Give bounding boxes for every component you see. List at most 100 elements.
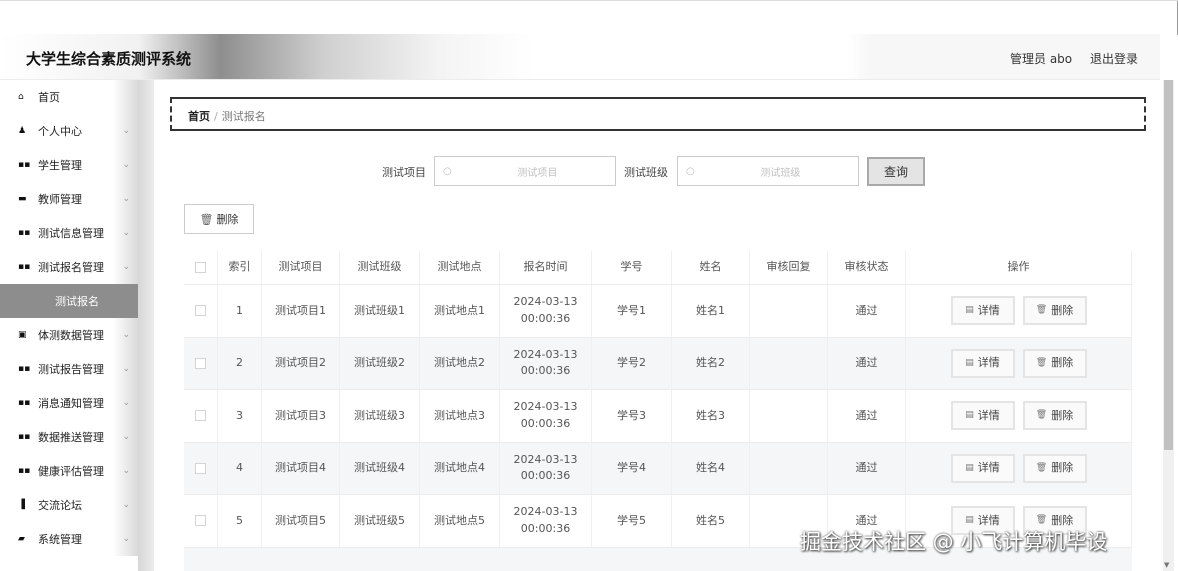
sidebar-item[interactable]: ▬ 教师管理 ⌄ [12, 182, 138, 216]
row-select-cell [184, 285, 218, 337]
chevron-down-icon: ⌄ [122, 398, 130, 408]
sidebar-item[interactable]: ▰ 系统管理 ⌄ [12, 522, 138, 556]
scroll-down-arrow-icon[interactable]: ▼ [1164, 561, 1169, 569]
index-cell: 1 [218, 285, 262, 337]
chevron-down-icon: ⌄ [122, 364, 130, 374]
watermark: 掘金技术社区 @ 小飞计算机毕设 [800, 530, 1108, 554]
project-cell: 测试项目5 [262, 495, 340, 547]
table-row: 4 测试项目4 测试班级4 测试地点4 2024-03-13 00:00:36 学号4 姓名4… [184, 442, 1132, 495]
sidebar-item[interactable]: ▪▪ 健康评估管理 ⌄ [12, 454, 138, 488]
reply-cell [750, 337, 828, 389]
home-icon: ⌂ [18, 92, 24, 102]
trash-icon: 🗑 [199, 212, 214, 226]
row-checkbox[interactable] [195, 515, 206, 527]
name-cell: 姓名3 [672, 390, 750, 442]
sidebar-subitem-active[interactable]: 测试报名 [0, 284, 154, 318]
signup-time-cell: 2024-03-13 00:00:36 [500, 337, 592, 389]
column-header: 索引 [218, 251, 262, 284]
index-cell: 5 [218, 495, 262, 547]
grid-icon: ▪▪ [18, 160, 31, 170]
signup-time: 00:00:36 [520, 521, 571, 535]
trash-icon: 🗑 [1035, 462, 1048, 473]
place-cell: 测试地点3 [420, 390, 500, 442]
detail-button[interactable]: ▤ 详情 [950, 453, 1015, 483]
class-search-input[interactable]: ○ 测试班级 [677, 156, 859, 186]
row-checkbox[interactable] [195, 462, 206, 474]
sid-cell: 学号4 [592, 442, 672, 494]
signup-time-cell: 2024-03-13 00:00:36 [500, 442, 592, 494]
breadcrumb-home[interactable]: 首页 [188, 110, 210, 123]
sidebar-item[interactable]: ▐ 交流论坛 ⌄ [12, 488, 138, 522]
sid-cell: 学号1 [592, 285, 672, 337]
chevron-down-icon: ⌄ [122, 500, 130, 510]
delete-button[interactable]: 🗑 删除 [1022, 296, 1087, 326]
sidebar-item-label: 测试信息管理 [38, 227, 104, 240]
reply-cell [750, 390, 828, 442]
detail-button[interactable]: ▤ 详情 [950, 401, 1015, 431]
sidebar-item[interactable]: ⌂ 首页 [12, 80, 138, 114]
signup-time: 00:00:36 [520, 311, 571, 325]
sidebar-item-label: 测试报告管理 [38, 363, 104, 376]
chevron-down-icon: ⌄ [122, 432, 130, 442]
status-cell: 通过 [828, 390, 906, 442]
signup-time: 00:00:36 [520, 469, 571, 483]
select-all-checkbox[interactable] [195, 262, 206, 273]
logout-link[interactable]: 退出登录 [1090, 50, 1138, 67]
grid-icon: ▪▪ [18, 398, 31, 408]
signup-date: 2024-03-13 [513, 347, 578, 361]
delete-button-label: 删除 [1051, 461, 1074, 474]
class-cell: 测试班级2 [340, 337, 420, 389]
grid-icon: ▪▪ [18, 262, 31, 272]
batch-delete-label: 删除 [216, 213, 239, 226]
delete-button[interactable]: 🗑 删除 [1022, 453, 1087, 483]
row-checkbox[interactable] [195, 357, 206, 369]
scrollbar[interactable]: ▼ [1163, 80, 1174, 571]
place-cell: 测试地点5 [420, 495, 500, 547]
sidebar-item[interactable]: ▪▪ 消息通知管理 ⌄ [12, 386, 138, 420]
app-header: 大学生综合素质测评系统 管理员 abo 退出登录 [0, 34, 1160, 80]
detail-button-label: 详情 [977, 303, 1000, 317]
row-checkbox[interactable] [195, 305, 206, 317]
sidebar-item[interactable]: ▪▪ 测试信息管理 ⌄ [12, 216, 138, 250]
sidebar-item[interactable]: ♟ 个人中心 ⌄ [12, 114, 138, 148]
signup-date: 2024-03-13 [513, 400, 578, 414]
breadcrumb: 首页 / 测试报名 [170, 97, 1146, 131]
chevron-down-icon: ⌄ [122, 466, 130, 476]
delete-button-label: 删除 [1051, 408, 1074, 422]
sidebar-item-label: 首页 [38, 91, 60, 104]
chevron-down-icon: ⌄ [122, 228, 130, 238]
sid-cell: 学号5 [592, 495, 672, 547]
signup-date: 2024-03-13 [513, 452, 578, 466]
detail-button[interactable]: ▤ 详情 [950, 296, 1015, 326]
sidebar-item[interactable]: ▣ 体测数据管理 ⌄ [12, 318, 138, 352]
detail-button-label: 详情 [977, 408, 1000, 422]
sidebar-item[interactable]: ▪▪ 数据推送管理 ⌄ [12, 420, 138, 454]
status-cell: 通过 [828, 337, 906, 389]
sidebar-item[interactable]: ▪▪ 测试报名管理 ⌄ [12, 250, 138, 284]
trash-icon: 🗑 [1035, 410, 1048, 420]
detail-button[interactable]: ▤ 详情 [950, 348, 1015, 378]
actions-cell: ▤ 详情 🗑 删除 [906, 390, 1132, 442]
delete-button[interactable]: 🗑 删除 [1022, 401, 1087, 431]
sidebar-item-label: 系统管理 [38, 533, 82, 546]
scrollbar-thumb[interactable] [1164, 80, 1173, 450]
sid-cell: 学号3 [592, 390, 672, 442]
doc-icon: ▤ [965, 462, 974, 473]
project-cell: 测试项目1 [262, 285, 340, 337]
signup-time-cell: 2024-03-13 00:00:36 [500, 390, 592, 442]
batch-delete-button[interactable]: 🗑 删除 [184, 204, 254, 234]
project-search-input[interactable]: ○ 测试项目 [434, 156, 616, 186]
class-cell: 测试班级1 [340, 285, 420, 337]
query-button[interactable]: 查询 [867, 157, 925, 186]
project-placeholder: 测试项目 [517, 167, 558, 179]
row-select-cell [184, 390, 218, 442]
column-header: 测试班级 [340, 251, 420, 284]
sidebar-item[interactable]: ▪▪ 测试报告管理 ⌄ [12, 352, 138, 386]
status-cell: 通过 [828, 442, 906, 494]
sidebar-item-label: 消息通知管理 [38, 397, 104, 410]
class-cell: 测试班级3 [340, 390, 420, 442]
sidebar-item[interactable]: ▪▪ 学生管理 ⌄ [12, 148, 138, 182]
row-checkbox[interactable] [195, 410, 206, 422]
delete-button[interactable]: 🗑 删除 [1022, 348, 1087, 378]
table-row: 3 测试项目3 测试班级3 测试地点3 2024-03-13 00:00:36 学号3 姓名3… [184, 390, 1132, 443]
